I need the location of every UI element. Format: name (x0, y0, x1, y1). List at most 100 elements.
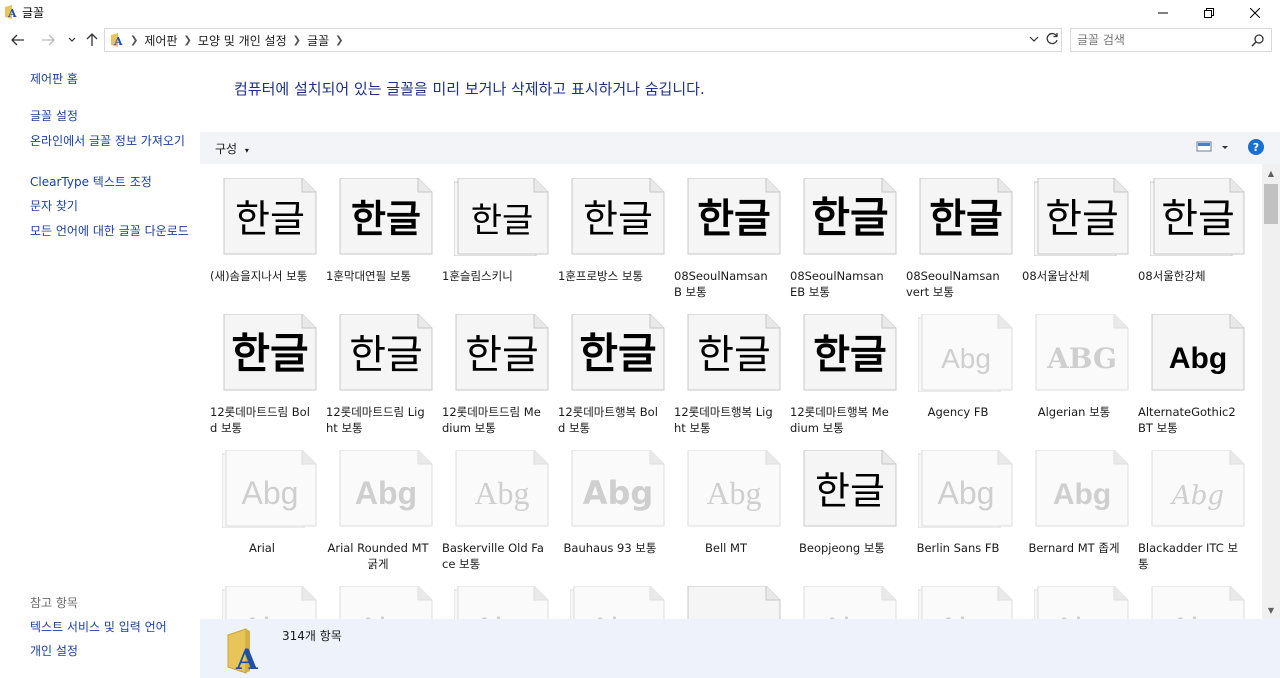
vertical-scrollbar[interactable]: ▲ ▼ (1262, 164, 1280, 619)
minimize-button[interactable] (1140, 0, 1186, 26)
font-name-label: Beopjeong 보통 (798, 541, 885, 555)
fonts-folder-icon: A (5, 5, 17, 20)
font-item[interactable]: Abg (204, 572, 320, 619)
chevron-right-icon[interactable]: ❯ (184, 35, 192, 46)
get-font-info-online-link[interactable]: 온라인에서 글꼴 정보 가져오기 (30, 133, 194, 149)
organize-label: 구성 (215, 142, 238, 156)
font-item[interactable]: 한글 12롯데마트드림 Medium 보통 (436, 300, 552, 436)
font-item[interactable]: ABG Algerian 보통 (1016, 300, 1132, 436)
font-item[interactable]: Abg Arial Rounded MT 굵게 (320, 436, 436, 572)
font-item[interactable]: 한글 12롯데마트드림 Bold 보통 (204, 300, 320, 436)
breadcrumb-appearance[interactable]: 모양 및 개인 설정 (198, 32, 287, 49)
font-name-label: 08서울남산체 (1022, 269, 1090, 283)
font-item[interactable]: Abg (1132, 572, 1248, 619)
font-name-label: 12롯데마트드림 Medium 보통 (442, 405, 541, 435)
character-map-link[interactable]: 문자 찾기 (30, 198, 194, 214)
recent-locations-button[interactable] (62, 30, 82, 50)
font-item[interactable]: Abg (900, 572, 1016, 619)
font-item[interactable]: Abg Bell MT (668, 436, 784, 572)
font-grid: 한글 (새)솜을지나서 보통 한글 1훈막대연필 보통 한글 1훈슬림스키니 한글 1훈프로방… (200, 164, 1262, 619)
font-preview-text: 한글 (471, 201, 534, 241)
change-view-button[interactable] (1196, 140, 1228, 157)
font-file-icon: Abg (222, 586, 317, 619)
font-preview-text: Abg (474, 475, 529, 511)
font-item[interactable]: 한글 08SeoulNamsan vert 보통 (900, 164, 1016, 300)
font-item[interactable]: 한글 1훈막대연필 보통 (320, 164, 436, 300)
font-file-icon: 한글 (919, 178, 1013, 255)
back-button[interactable] (8, 30, 28, 50)
font-name-label: Bauhaus 93 보통 (563, 541, 657, 555)
font-item[interactable]: Abg AlternateGothic2 BT 보통 (1132, 300, 1248, 436)
font-file-icon: 한글 (455, 314, 549, 391)
chevron-right-icon[interactable]: ❯ (335, 35, 343, 46)
cleartype-link[interactable]: ClearType 텍스트 조정 (30, 174, 194, 190)
address-dropdown-button[interactable] (1029, 32, 1039, 49)
close-button[interactable] (1232, 0, 1278, 26)
font-item[interactable]: 한글 1훈슬림스키니 (436, 164, 552, 300)
help-button[interactable]: ? (1248, 139, 1264, 155)
font-name-label: AlternateGothic2 BT 보통 (1138, 405, 1236, 435)
font-preview-text: ABG (1046, 342, 1117, 375)
scroll-thumb[interactable] (1264, 184, 1278, 224)
font-item[interactable]: 한글 12롯데마트드림 Light 보통 (320, 300, 436, 436)
font-item[interactable]: Abg Blackadder ITC 보통 (1132, 436, 1248, 572)
search-box[interactable] (1070, 28, 1272, 52)
font-file-icon: Abg (339, 586, 433, 619)
restore-button[interactable] (1186, 0, 1232, 26)
font-settings-link[interactable]: 글꼴 설정 (30, 108, 194, 124)
font-item[interactable]: Abg Baskerville Old Face 보통 (436, 436, 552, 572)
font-item[interactable]: Abg (668, 572, 784, 619)
restore-icon (1204, 8, 1214, 18)
font-item[interactable]: Abg (552, 572, 668, 619)
font-preview-text: Abg (474, 611, 531, 619)
forward-button[interactable] (38, 30, 58, 50)
chevron-down-icon (68, 37, 76, 42)
chevron-right-icon[interactable]: ❯ (293, 35, 301, 46)
control-panel-home-link[interactable]: 제어판 홈 (30, 71, 194, 87)
font-item[interactable]: 한글 08서울한강체 (1132, 164, 1248, 300)
personalization-link[interactable]: 개인 설정 (30, 643, 194, 659)
font-name-label: Blackadder ITC 보통 (1138, 541, 1239, 571)
font-preview-text: 한글 (815, 469, 885, 513)
font-item[interactable]: Abg Arial (204, 436, 320, 572)
font-file-icon: 한글 (223, 314, 317, 391)
address-bar[interactable]: A ❯ 제어판 ❯ 모양 및 개인 설정 ❯ 글꼴 ❯ (104, 28, 1062, 52)
breadcrumb-fonts[interactable]: 글꼴 (307, 32, 329, 49)
font-name-label: 12롯데마트드림 Bold 보통 (210, 405, 310, 435)
font-item[interactable]: 한글 12롯데마트행복 Bold 보통 (552, 300, 668, 436)
chevron-right-icon[interactable]: ❯ (130, 35, 138, 46)
font-item[interactable]: 한글 08SeoulNamsan EB 보통 (784, 164, 900, 300)
scroll-down-button[interactable]: ▼ (1262, 601, 1280, 619)
font-name-label: Berlin Sans FB (916, 541, 1000, 555)
breadcrumb-control-panel[interactable]: 제어판 (144, 32, 177, 49)
font-item[interactable]: 한글 (새)솜을지나서 보통 (204, 164, 320, 300)
refresh-button[interactable] (1045, 32, 1059, 49)
font-item[interactable]: Abg (1016, 572, 1132, 619)
font-item[interactable]: Abg Bernard MT 좁게 (1016, 436, 1132, 572)
font-item[interactable]: 한글 08SeoulNamsan B 보통 (668, 164, 784, 300)
font-item[interactable]: Abg (320, 572, 436, 619)
font-file-icon: Abg (803, 586, 897, 619)
download-fonts-link[interactable]: 모든 언어에 대한 글꼴 다운로드 (30, 223, 194, 239)
search-icon[interactable] (1251, 33, 1265, 47)
window-title: 글꼴 (22, 6, 45, 20)
font-item[interactable]: Abg (784, 572, 900, 619)
scroll-up-button[interactable]: ▲ (1262, 164, 1280, 182)
font-item[interactable]: Abg Agency FB (900, 300, 1016, 436)
font-item[interactable]: 한글 12롯데마트행복 Medium 보통 (784, 300, 900, 436)
font-name-label: 08SeoulNamsan B 보통 (674, 269, 768, 299)
page-description: 컴퓨터에 설치되어 있는 글꼴을 미리 보거나 삭제하고 표시하거나 숨깁니다. (234, 80, 705, 98)
font-item[interactable]: Abg (436, 572, 552, 619)
font-file-icon: 한글 (1034, 178, 1129, 256)
up-button[interactable] (82, 30, 102, 50)
font-file-icon: 한글 (223, 178, 317, 255)
search-input[interactable] (1077, 33, 1247, 47)
font-item[interactable]: 한글 08서울남산체 (1016, 164, 1132, 300)
font-item[interactable]: Abg Bauhaus 93 보통 (552, 436, 668, 572)
font-item[interactable]: 한글 1훈프로방스 보통 (552, 164, 668, 300)
font-item[interactable]: 한글 Beopjeong 보통 (784, 436, 900, 572)
text-services-link[interactable]: 텍스트 서비스 및 입력 언어 (30, 619, 194, 635)
font-item[interactable]: 한글 12롯데마트행복 Light 보통 (668, 300, 784, 436)
font-item[interactable]: Abg Berlin Sans FB (900, 436, 1016, 572)
organize-button[interactable]: 구성 ▾ (215, 140, 249, 157)
